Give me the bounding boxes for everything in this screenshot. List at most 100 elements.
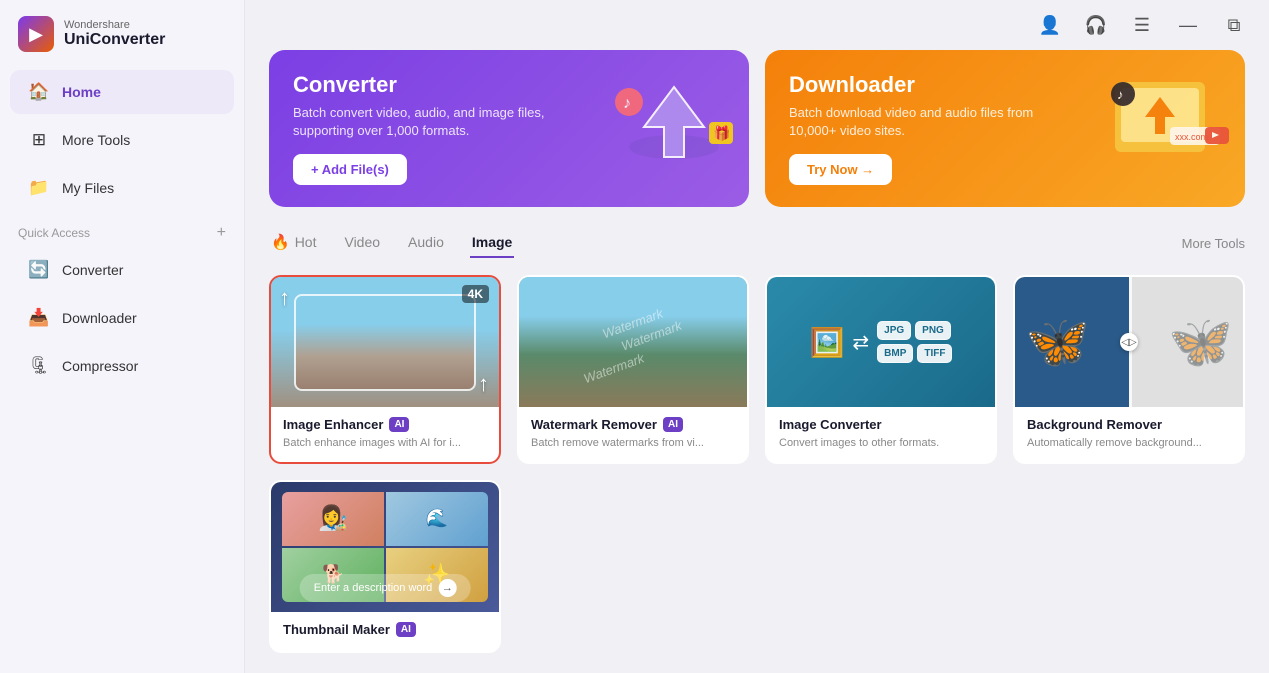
background-remover-thumb: 🦋 ◁▷ 🦋 (1015, 277, 1243, 407)
brand-name: Wondershare (64, 19, 165, 31)
add-files-button[interactable]: + Add File(s) (293, 154, 407, 185)
image-enhancer-info: Image Enhancer AI Batch enhance images w… (271, 407, 499, 461)
image-enhancer-thumb: ↑ ↑ 4K (271, 277, 499, 407)
background-remover-desc: Automatically remove background... (1027, 436, 1231, 451)
watermark-remover-title: Watermark Remover (531, 417, 657, 432)
tab-image[interactable]: Image (470, 228, 514, 258)
thumbnail-maker-thumb: 👩‍🎨 🌊 🐕 ✨ Enter a description word → (271, 482, 499, 612)
sidebar-item-compressor-label: Compressor (62, 358, 138, 374)
logo-area: ▶ Wondershare UniConverter (0, 0, 244, 68)
converter-icon: 🔄 (28, 259, 50, 281)
convert-arrow-icon: ⇄ (852, 330, 869, 355)
collage-cell-2: 🌊 (386, 492, 488, 546)
more-tools-tab-link[interactable]: More Tools (1182, 236, 1245, 251)
sidebar-item-downloader-label: Downloader (62, 310, 137, 326)
image-converter-desc: Convert images to other formats. (779, 436, 983, 451)
quick-access-header: Quick Access + (0, 212, 244, 246)
downloader-banner[interactable]: Downloader Batch download video and audi… (765, 50, 1245, 207)
slider-handle: ◁▷ (1120, 333, 1138, 351)
butterfly-right-icon: 🦋 (1168, 312, 1233, 373)
downloader-banner-art: xxx.com ♪ (1085, 72, 1235, 186)
png-badge: PNG (915, 321, 951, 340)
format-badges: JPG PNG BMP TIFF (877, 321, 952, 363)
enter-description-button[interactable]: Enter a description word → (300, 574, 471, 602)
watermark-text-3: Watermark (582, 350, 647, 386)
tool-card-background-remover[interactable]: 🦋 ◁▷ 🦋 Background Remover Automatically … (1013, 275, 1245, 463)
tool-card-image-enhancer[interactable]: ↑ ↑ 4K Image Enhancer AI Batch enhance i… (269, 275, 501, 463)
converter-banner[interactable]: Converter Batch convert video, audio, an… (269, 50, 749, 207)
logo-text: Wondershare UniConverter (64, 19, 165, 49)
tab-audio[interactable]: Audio (406, 228, 446, 258)
format-row-1: JPG PNG (877, 321, 952, 340)
sidebar-item-downloader[interactable]: 📥 Downloader (10, 296, 234, 340)
svg-text:xxx.com: xxx.com (1175, 132, 1208, 142)
tab-hot[interactable]: 🔥 Hot (269, 227, 318, 259)
background-remover-title: Background Remover (1027, 417, 1162, 432)
watermark-overlay: Watermark Watermark Watermark (519, 277, 747, 407)
sidebar-item-more-tools[interactable]: ⊞ More Tools (10, 118, 234, 162)
jpg-badge: JPG (877, 321, 911, 340)
sidebar-item-my-files-label: My Files (62, 180, 114, 196)
banner-area: Converter Batch convert video, audio, an… (269, 50, 1245, 207)
compressor-icon: 🗜 (28, 355, 50, 377)
4k-badge: 4K (462, 285, 489, 303)
topbar: 👤 🎧 ☰ — ⧉ (245, 0, 1269, 50)
svg-text:♪: ♪ (1117, 87, 1124, 102)
watermark-remover-info: Watermark Remover AI Batch remove waterm… (519, 407, 747, 461)
content-area: Converter Batch convert video, audio, an… (245, 50, 1269, 673)
tool-cards-row2: 👩‍🎨 🌊 🐕 ✨ Enter a description word → Thu… (269, 480, 1245, 653)
watermark-remover-title-row: Watermark Remover AI (531, 417, 735, 432)
quick-access-add-button[interactable]: + (217, 224, 226, 242)
sidebar-item-more-tools-label: More Tools (62, 132, 130, 148)
sidebar-item-converter[interactable]: 🔄 Converter (10, 248, 234, 292)
tool-card-thumbnail-maker[interactable]: 👩‍🎨 🌊 🐕 ✨ Enter a description word → Thu… (269, 480, 501, 653)
try-now-button[interactable]: Try Now → (789, 154, 892, 185)
sidebar-item-compressor[interactable]: 🗜 Compressor (10, 344, 234, 388)
ai-badge-watermark: AI (663, 417, 683, 432)
arrow-up-right-icon: ↑ (478, 371, 489, 397)
background-remover-title-row: Background Remover (1027, 417, 1231, 432)
image-icon: 🖼️ (810, 326, 845, 359)
image-enhancer-desc: Batch enhance images with AI for i... (283, 436, 487, 451)
tool-card-image-converter[interactable]: 🖼️ ⇄ JPG PNG BMP TIFF (765, 275, 997, 463)
user-icon[interactable]: 👤 (1035, 10, 1065, 40)
more-tools-icon: ⊞ (28, 129, 50, 151)
sidebar-item-home[interactable]: 🏠 Home (10, 70, 234, 114)
butterfly-left-icon: 🦋 (1025, 312, 1090, 373)
tabs-row: 🔥 Hot Video Audio Image More Tools (269, 227, 1245, 259)
my-files-icon: 📁 (28, 177, 50, 199)
product-name: UniConverter (64, 31, 165, 49)
image-converter-title: Image Converter (779, 417, 882, 432)
minimize-icon[interactable]: — (1173, 10, 1203, 40)
ai-badge-thumbnail: AI (396, 622, 416, 637)
thumbnail-maker-title: Thumbnail Maker (283, 622, 390, 637)
watermark-remover-desc: Batch remove watermarks from vi... (531, 436, 735, 451)
svg-text:🎁: 🎁 (713, 125, 730, 142)
sidebar-item-home-label: Home (62, 84, 101, 100)
watermark-remover-thumb: Watermark Watermark Watermark (519, 277, 747, 407)
bmp-badge: BMP (877, 344, 913, 363)
converter-banner-desc: Batch convert video, audio, and image fi… (293, 104, 553, 140)
sidebar-item-converter-label: Converter (62, 262, 123, 278)
tool-card-watermark-remover[interactable]: Watermark Watermark Watermark Watermark … (517, 275, 749, 463)
restore-icon[interactable]: ⧉ (1219, 10, 1249, 40)
downloader-banner-desc: Batch download video and audio files fro… (789, 104, 1049, 140)
fire-icon: 🔥 (271, 233, 290, 251)
tab-video[interactable]: Video (342, 228, 382, 258)
image-converter-title-row: Image Converter (779, 417, 983, 432)
image-enhancer-title: Image Enhancer (283, 417, 383, 432)
ai-badge-enhancer: AI (389, 417, 409, 432)
svg-text:♪: ♪ (623, 95, 631, 112)
format-row-2: BMP TIFF (877, 344, 952, 363)
sidebar-item-my-files[interactable]: 📁 My Files (10, 166, 234, 210)
enter-desc-arrow-icon: → (438, 579, 456, 597)
menu-icon[interactable]: ☰ (1127, 10, 1157, 40)
arrow-up-left-icon: ↑ (279, 285, 290, 311)
tiff-badge: TIFF (917, 344, 952, 363)
main-content: 👤 🎧 ☰ — ⧉ Converter Batch convert video,… (245, 0, 1269, 673)
collage-cell-1: 👩‍🎨 (282, 492, 384, 546)
home-icon: 🏠 (28, 81, 50, 103)
enter-description-label: Enter a description word (314, 582, 433, 594)
headset-icon[interactable]: 🎧 (1081, 10, 1111, 40)
quick-access-label: Quick Access (18, 226, 90, 240)
